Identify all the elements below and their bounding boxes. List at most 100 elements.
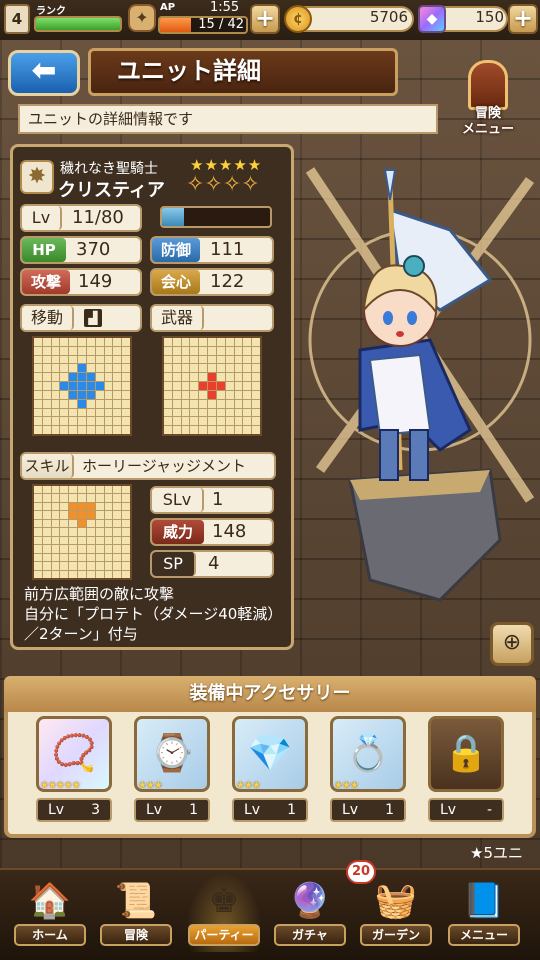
- grid-cell: [60, 570, 69, 578]
- coin-value: 5706: [369, 8, 408, 26]
- zoom-icon: ⊕: [502, 630, 522, 655]
- adventure-menu-button[interactable]: 冒険 メニュー: [450, 60, 526, 142]
- grid-cell: [172, 417, 181, 426]
- grid-cell: [104, 545, 113, 553]
- grid-cell: [164, 426, 172, 434]
- grid-cell: [122, 346, 130, 355]
- nav-party[interactable]: ♚ パーティー: [186, 872, 262, 952]
- grid-cell: [42, 382, 51, 390]
- unit-epithet: 穢れなき聖騎士: [60, 161, 158, 177]
- grid-cell: [69, 390, 78, 399]
- accessory-3-level: Lv 1: [232, 798, 308, 822]
- grid-cell: [104, 346, 113, 355]
- grid-cell: [252, 338, 260, 346]
- back-button[interactable]: ⬅: [8, 50, 80, 96]
- grid-cell: [69, 494, 78, 502]
- grid-cell: [216, 382, 225, 390]
- grid-cell: [78, 390, 86, 399]
- grid-cell: [60, 382, 69, 390]
- hp-tag: HP: [22, 238, 66, 262]
- grid-cell: [113, 382, 122, 390]
- grid-cell: [225, 346, 234, 355]
- grid-cell: [78, 364, 86, 373]
- grid-cell: [243, 390, 252, 399]
- grid-cell: [104, 528, 113, 536]
- grid-cell: [86, 570, 95, 578]
- necklace-icon: 📿: [51, 733, 97, 774]
- grid-cell: [252, 355, 260, 364]
- grid-cell: [78, 355, 86, 364]
- grid-cell: [181, 399, 190, 408]
- accessory-3-level-value: 1: [287, 802, 296, 818]
- grid-cell: [34, 382, 42, 390]
- grid-cell: [225, 373, 234, 382]
- grid-cell: [252, 364, 260, 373]
- nav-menu[interactable]: 📘 メニュー: [446, 872, 522, 952]
- grid-cell: [122, 502, 130, 511]
- grid-cell: [234, 408, 243, 417]
- grid-cell: [104, 373, 113, 382]
- accessory-1-level-label: Lv: [48, 802, 65, 818]
- accessory-2-level-value: 1: [189, 802, 198, 818]
- grid-cell: [95, 426, 104, 434]
- grid-cell: [51, 511, 60, 519]
- grid-cell: [34, 408, 42, 417]
- add-ap-button[interactable]: +: [250, 4, 280, 34]
- grid-cell: [34, 545, 42, 553]
- grid-cell: [243, 346, 252, 355]
- grid-cell: [172, 364, 181, 373]
- zoom-button[interactable]: ⊕: [490, 622, 534, 666]
- adventure-menu-label: 冒険 メニュー: [461, 106, 514, 137]
- grid-cell: [95, 486, 104, 494]
- grid-cell: [42, 536, 51, 545]
- add-gem-button[interactable]: +: [508, 4, 538, 34]
- nav-home[interactable]: 🏠 ホーム: [12, 872, 88, 952]
- lock-icon: 🔒: [443, 733, 489, 774]
- skill-tag: スキル: [22, 454, 74, 478]
- grid-cell: [42, 373, 51, 382]
- grid-cell: [78, 545, 86, 553]
- grid-cell: [216, 346, 225, 355]
- grid-cell: [243, 399, 252, 408]
- grid-cell: [164, 338, 172, 346]
- grid-cell: [122, 338, 130, 346]
- grid-cell: [225, 390, 234, 399]
- grid-cell: [104, 570, 113, 578]
- nav-gacha[interactable]: 🔮 ガチャ: [272, 872, 348, 952]
- skill-power-tag: 威力: [152, 520, 204, 544]
- grid-cell: [69, 426, 78, 434]
- grid-cell: [208, 364, 216, 373]
- grid-cell: [104, 553, 113, 562]
- grid-cell: [164, 408, 172, 417]
- grid-cell: [51, 502, 60, 511]
- grid-cell: [122, 373, 130, 382]
- grid-cell: [51, 528, 60, 536]
- grid-cell: [208, 390, 216, 399]
- grid-cell: [199, 346, 208, 355]
- grid-cell: [51, 338, 60, 346]
- grid-cell: [86, 502, 95, 511]
- defense-tag: 防御: [152, 238, 200, 262]
- accessory-slot-5-locked[interactable]: 🔒: [428, 716, 504, 792]
- grid-cell: [172, 373, 181, 382]
- sword-icon: ⚔: [214, 308, 229, 327]
- grid-cell: [69, 511, 78, 519]
- grid-cell: [95, 536, 104, 545]
- grid-cell: [190, 346, 199, 355]
- grid-cell: [164, 382, 172, 390]
- grid-cell: [34, 373, 42, 382]
- grid-cell: [78, 528, 86, 536]
- grid-cell: [104, 426, 113, 434]
- grid-cell: [208, 355, 216, 364]
- grid-cell: [190, 408, 199, 417]
- grid-cell: [95, 570, 104, 578]
- nav-garden[interactable]: 🧺 ガーデン: [358, 872, 434, 952]
- grid-cell: [34, 511, 42, 519]
- bracelet-icon: ⌚: [149, 733, 195, 774]
- nav-adventure[interactable]: 📜 冒険: [98, 872, 174, 952]
- nav-home-label: ホーム: [14, 924, 86, 946]
- grid-cell: [86, 346, 95, 355]
- grid-cell: [42, 486, 51, 494]
- grid-cell: [34, 417, 42, 426]
- accessory-4-level-label: Lv: [342, 802, 359, 818]
